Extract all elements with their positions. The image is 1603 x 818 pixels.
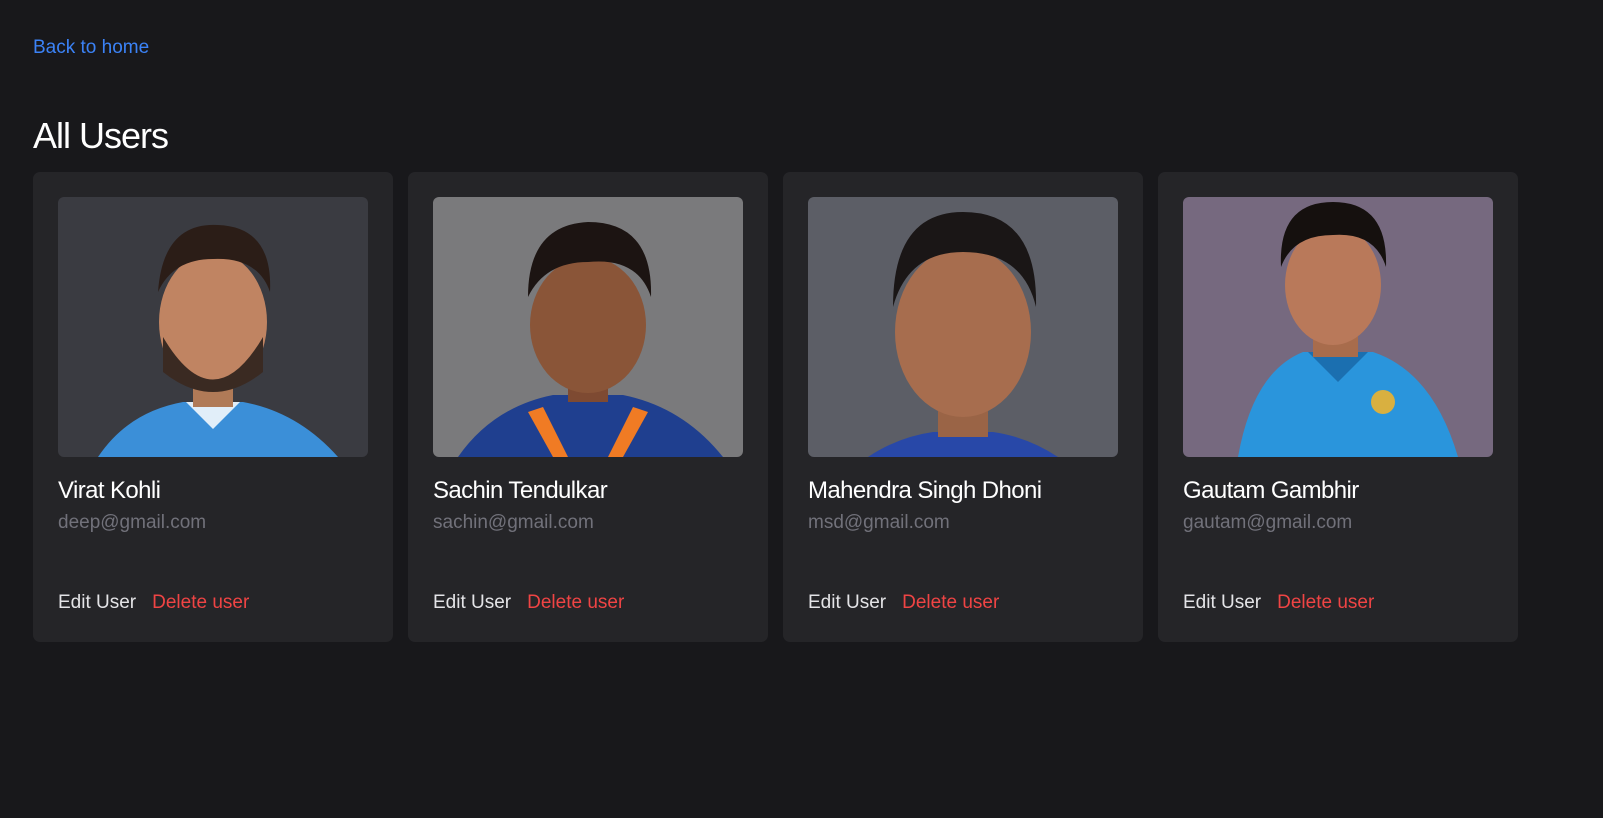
delete-user-button[interactable]: Delete user <box>1277 591 1374 615</box>
face-shape <box>895 247 1031 417</box>
user-name: Mahendra Singh Dhoni <box>808 477 1042 504</box>
user-card-list: Virat Kohli deep@gmail.com Edit User Del… <box>33 172 1518 642</box>
user-actions: Edit User Delete user <box>1183 591 1374 615</box>
user-name: Sachin Tendulkar <box>433 477 608 504</box>
edit-user-button[interactable]: Edit User <box>1183 591 1261 615</box>
delete-user-button[interactable]: Delete user <box>902 591 999 615</box>
page-title: All Users <box>33 115 169 156</box>
user-name: Virat Kohli <box>58 477 161 504</box>
user-photo <box>58 197 368 457</box>
user-actions: Edit User Delete user <box>58 591 249 615</box>
edit-user-button[interactable]: Edit User <box>58 591 136 615</box>
user-email: sachin@gmail.com <box>433 512 594 533</box>
user-card: Sachin Tendulkar sachin@gmail.com Edit U… <box>408 172 768 642</box>
user-actions: Edit User Delete user <box>808 591 999 615</box>
user-email: gautam@gmail.com <box>1183 512 1353 533</box>
user-actions: Edit User Delete user <box>433 591 624 615</box>
user-photo <box>1183 197 1493 457</box>
edit-user-button[interactable]: Edit User <box>433 591 511 615</box>
back-to-home-link[interactable]: Back to home <box>33 36 149 60</box>
user-photo <box>433 197 743 457</box>
edit-user-button[interactable]: Edit User <box>808 591 886 615</box>
face-shape <box>530 257 646 393</box>
user-photo <box>808 197 1118 457</box>
users-page: Back to home All Users Virat Kohli deep@… <box>0 0 1603 818</box>
user-card: Mahendra Singh Dhoni msd@gmail.com Edit … <box>783 172 1143 642</box>
delete-user-button[interactable]: Delete user <box>527 591 624 615</box>
user-card: Gautam Gambhir gautam@gmail.com Edit Use… <box>1158 172 1518 642</box>
delete-user-button[interactable]: Delete user <box>152 591 249 615</box>
user-name: Gautam Gambhir <box>1183 477 1359 504</box>
user-card: Virat Kohli deep@gmail.com Edit User Del… <box>33 172 393 642</box>
user-email: deep@gmail.com <box>58 512 207 533</box>
user-email: msd@gmail.com <box>808 512 950 533</box>
